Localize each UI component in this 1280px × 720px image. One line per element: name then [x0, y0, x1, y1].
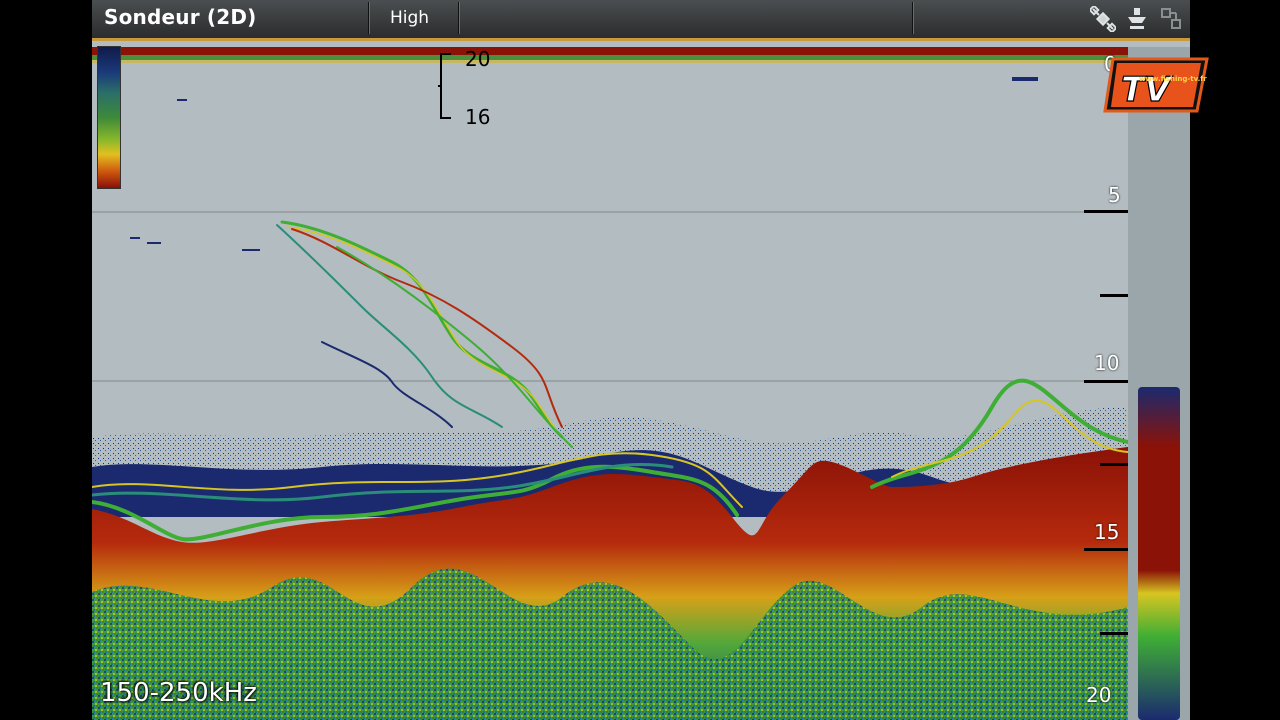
sensitivity-mode[interactable]: High	[390, 8, 429, 28]
depth-label-5: 5	[1108, 183, 1121, 207]
divider	[458, 2, 460, 34]
depth-label-15: 15	[1094, 520, 1120, 544]
divider	[912, 2, 914, 34]
surface-clutter	[92, 47, 1128, 55]
depth-tick-5	[1084, 210, 1128, 213]
depth-label-20: 20	[1086, 683, 1112, 707]
network-icon[interactable]	[1158, 6, 1184, 32]
depth-label-10: 10	[1094, 351, 1120, 375]
frequency-label: 150-250kHz	[100, 678, 257, 708]
transducer-icon[interactable]	[1124, 6, 1150, 32]
echogram[interactable]	[92, 47, 1128, 720]
depth-tick-15	[1084, 548, 1128, 551]
page-title: Sondeur (2D)	[104, 5, 257, 29]
svg-text:www.fishing-tv.fr: www.fishing-tv.fr	[1139, 75, 1207, 83]
surface-clutter-lower	[92, 55, 1128, 60]
sonar-screen: Sondeur (2D) High 20 16 0 5 10 15 20 150…	[92, 0, 1190, 720]
divider	[368, 2, 370, 34]
color-legend	[97, 46, 121, 189]
depth-tick-7	[1100, 294, 1128, 297]
zoom-top-label: 20	[465, 47, 491, 71]
depth-tick-12	[1100, 463, 1128, 466]
satellite-icon[interactable]	[1090, 6, 1116, 32]
top-bar: Sondeur (2D) High	[92, 0, 1190, 39]
zoom-bracket	[438, 53, 451, 119]
depth-tick-10	[1084, 380, 1128, 383]
zoom-bottom-label: 16	[465, 105, 491, 129]
fishing-tv-logo: TV www.fishing-tv.fr	[1103, 57, 1209, 113]
depth-tick-17	[1100, 632, 1128, 635]
surface-clutter-edge	[92, 60, 1128, 63]
amplitude-scope	[1128, 47, 1190, 720]
amplitude-bar	[1138, 387, 1180, 720]
